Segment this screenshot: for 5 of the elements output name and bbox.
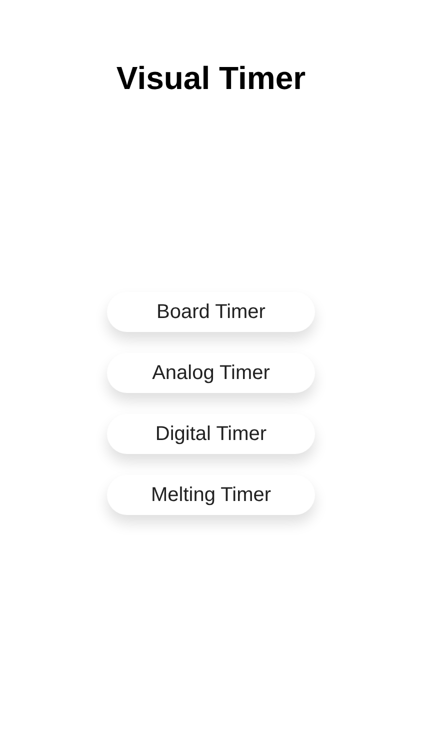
- timer-option-button[interactable]: Analog Timer: [107, 353, 315, 393]
- timer-option-button[interactable]: Board Timer: [107, 292, 315, 332]
- app-title: Visual Timer: [116, 59, 306, 98]
- timer-option-button[interactable]: Melting Timer: [107, 475, 315, 515]
- timer-option-button[interactable]: Digital Timer: [107, 414, 315, 454]
